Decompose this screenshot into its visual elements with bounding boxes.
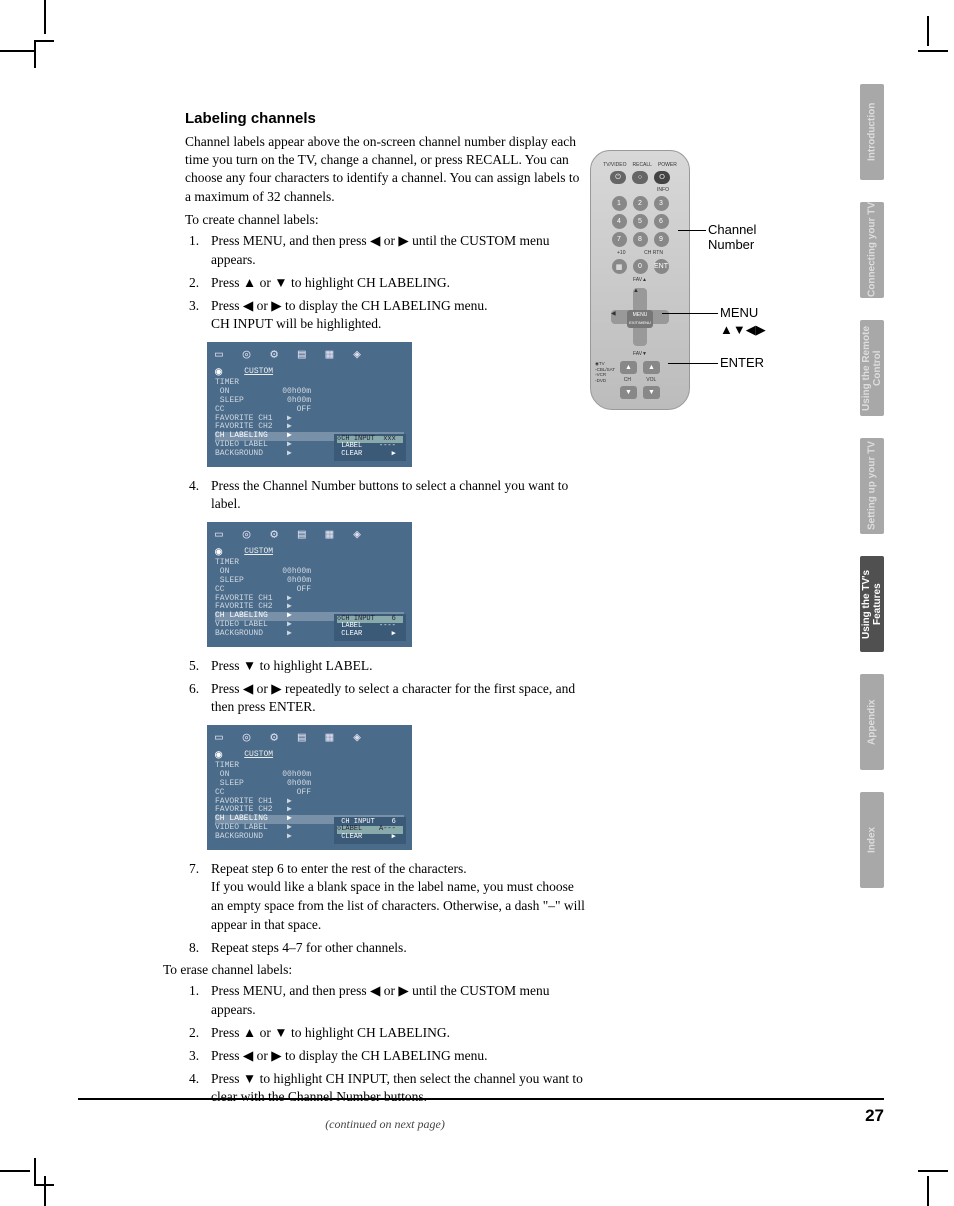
main-content: Labeling channels Channel labels appear … <box>185 110 585 1132</box>
erase-steps: Press MENU, and then press ◀ or ▶ until … <box>185 982 585 1107</box>
create-steps: Press MENU, and then press ◀ or ▶ until … <box>185 232 585 334</box>
callout-menu: MENU <box>720 305 758 320</box>
step-4: Press the Channel Number buttons to sele… <box>185 477 585 515</box>
create-steps-cont1: Press the Channel Number buttons to sele… <box>185 477 585 515</box>
osd-figure-1: ▭ ◎ ⚙ ▤ ▦ ◈ ◉CUSTOM TIMER ON 00h00m SLEE… <box>207 342 412 466</box>
tab-index: Index <box>860 792 884 888</box>
create-steps-cont2: Press ▼ to highlight LABEL. Press ◀ or ▶… <box>185 657 585 718</box>
step-6: Press ◀ or ▶ repeatedly to select a char… <box>185 680 585 718</box>
continued-note: (continued on next page) <box>185 1117 585 1132</box>
dpad-up-icon: ▲ <box>633 288 647 310</box>
tab-appendix: Appendix <box>860 674 884 770</box>
erase-lead: To erase channel labels: <box>163 962 585 978</box>
side-tabs: Introduction Connecting your TV Using th… <box>860 84 884 910</box>
erase-step-3: Press ◀ or ▶ to display the CH LABELING … <box>185 1047 585 1066</box>
osd-figure-2: ▭ ◎ ⚙ ▤ ▦ ◈ ◉CUSTOM TIMER ON 00h00m SLEE… <box>207 522 412 646</box>
create-lead: To create channel labels: <box>185 212 585 228</box>
remote-diagram: TV/VIDEORECALLPOWER ⏻○⭘ INFO 123 456 789… <box>590 150 790 410</box>
osd-figure-3: ▭ ◎ ⚙ ▤ ▦ ◈ ◉CUSTOM TIMER ON 00h00m SLEE… <box>207 725 412 849</box>
intro-paragraph: Channel labels appear above the on-scree… <box>185 133 585 206</box>
step-8: Repeat steps 4–7 for other channels. <box>185 939 585 958</box>
create-steps-cont3: Repeat step 6 to enter the rest of the c… <box>185 860 585 958</box>
tab-setting-up: Setting up your TV <box>860 438 884 534</box>
callout-channel-number: Channel Number <box>708 222 790 252</box>
step-5: Press ▼ to highlight LABEL. <box>185 657 585 676</box>
step-1: Press MENU, and then press ◀ or ▶ until … <box>185 232 585 270</box>
step-2: Press ▲ or ▼ to highlight CH LABELING. <box>185 274 585 293</box>
step-7: Repeat step 6 to enter the rest of the c… <box>185 860 585 936</box>
page-number: 27 <box>865 1106 884 1126</box>
erase-step-1: Press MENU, and then press ◀ or ▶ until … <box>185 982 585 1020</box>
erase-step-2: Press ▲ or ▼ to highlight CH LABELING. <box>185 1024 585 1043</box>
erase-step-4: Press ▼ to highlight CH INPUT, then sele… <box>185 1070 585 1108</box>
tab-features: Using the TV's Features <box>860 556 884 652</box>
step-3: Press ◀ or ▶ to display the CH LABELING … <box>185 297 585 335</box>
section-heading: Labeling channels <box>185 110 585 127</box>
tab-introduction: Introduction <box>860 84 884 180</box>
tab-connecting: Connecting your TV <box>860 202 884 298</box>
callout-arrows: ▲▼◀▶ <box>720 322 766 338</box>
callout-enter: ENTER <box>720 355 764 370</box>
footer-rule <box>78 1098 884 1100</box>
tab-remote: Using the Remote Control <box>860 320 884 416</box>
